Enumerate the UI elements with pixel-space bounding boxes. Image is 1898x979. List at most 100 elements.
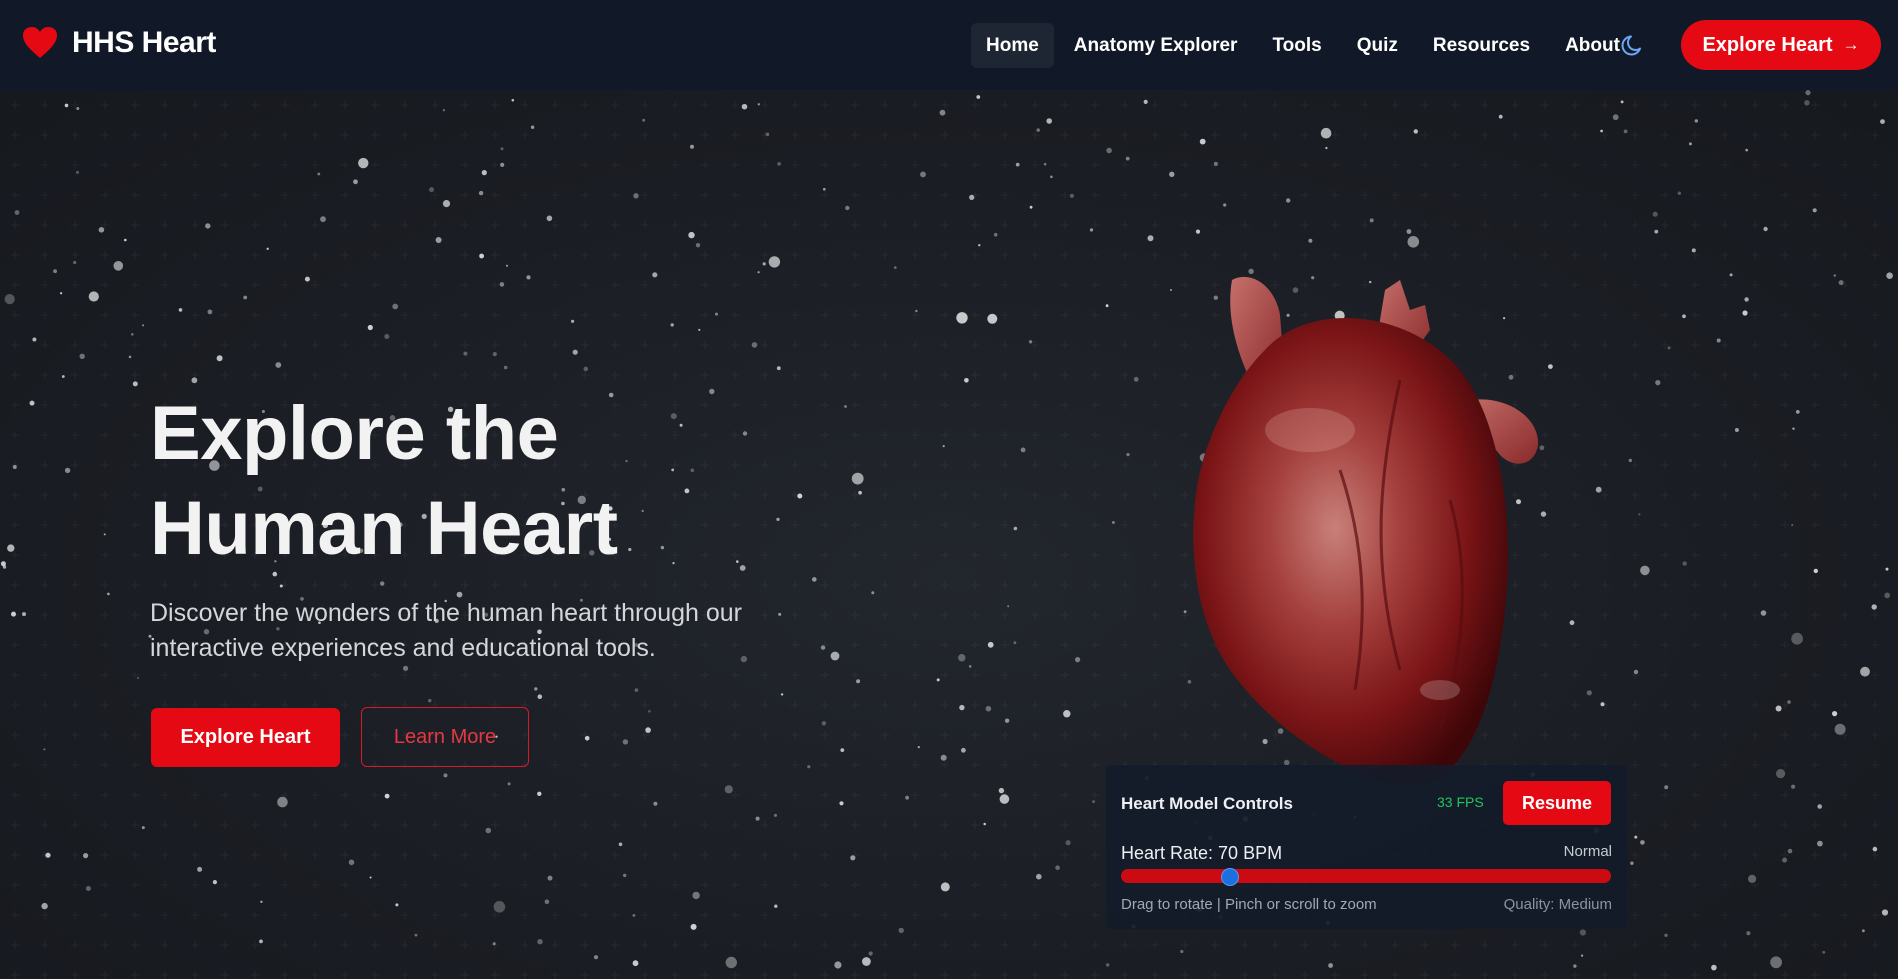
brand-logo[interactable]: HHS Heart [22,26,216,60]
particle [1746,931,1751,936]
learn-more-button[interactable]: Learn More [361,707,529,767]
nav-link-home[interactable]: Home [971,23,1054,68]
slider-track[interactable] [1121,869,1611,883]
particle [14,210,20,215]
resume-button[interactable]: Resume [1503,781,1611,825]
particle [623,873,627,878]
particle [1838,280,1844,286]
particle [850,855,856,861]
particle [544,899,550,905]
particle [905,795,909,800]
particle [652,272,658,278]
nav-link-quiz[interactable]: Quiz [1342,23,1413,68]
moon-icon[interactable] [1620,32,1646,58]
heart-3d-model[interactable] [1170,270,1570,790]
fps-counter: 33 FPS [1437,794,1484,810]
particle [839,801,844,806]
nav-link-resources[interactable]: Resources [1418,23,1545,68]
particle [634,688,639,692]
heart-rate-slider[interactable] [1121,868,1611,886]
particle [131,333,134,336]
particle [1787,700,1791,704]
particle [380,581,385,586]
particle [4,294,15,305]
particle [690,923,697,930]
particle [1640,840,1645,845]
particle [511,98,515,102]
particle [124,238,127,242]
nav-link-anatomy-explorer[interactable]: Anatomy Explorer [1059,23,1253,68]
particle [64,103,69,108]
arrow-right-icon: → [1842,35,1860,54]
particle [1871,604,1877,610]
particle [1748,874,1757,884]
particle [1065,840,1071,846]
particle [993,232,998,237]
particle [384,334,390,339]
particle [1413,129,1419,134]
explore-heart-button[interactable]: Explore Heart [151,708,340,767]
particle [688,231,695,239]
particle [1813,568,1819,574]
particle [715,312,718,316]
particle [774,904,778,908]
particle [1106,963,1110,967]
particle [61,375,65,378]
particle [1682,561,1687,566]
particle [79,353,85,359]
hero-section: Explore the Human Heart Discover the won… [0,90,1898,979]
particle [632,914,636,917]
particle [98,227,105,233]
particle [1407,236,1420,248]
particle [1612,114,1619,121]
particle [964,378,969,383]
particle [1126,453,1130,457]
particle [1320,127,1332,139]
particle [1069,193,1074,198]
particle [1573,964,1577,968]
particle [1664,785,1669,790]
particle [1885,567,1889,571]
particle [1063,710,1071,718]
particle [60,292,63,295]
particle [812,577,817,582]
particle [492,942,496,946]
particle [940,882,950,892]
particle [1640,565,1650,576]
particle [1729,273,1733,277]
slider-thumb[interactable] [1221,868,1239,886]
particle [840,748,845,752]
particle [1667,346,1671,350]
particle [1832,711,1838,717]
particle [107,592,110,596]
particle [493,901,506,913]
particle [1143,99,1148,104]
particle [32,337,37,342]
particle [12,465,17,469]
nav-link-tools[interactable]: Tools [1257,23,1336,68]
particle [834,961,842,969]
brand-name: HHS Heart [72,26,216,59]
particle [915,309,918,313]
particle [443,773,448,778]
particle [780,693,784,696]
particle [1105,304,1109,308]
particle [537,939,543,945]
particle [207,309,213,315]
nav-explore-heart-button[interactable]: Explore Heart → [1681,20,1881,70]
particle [1013,641,1017,645]
particle [1760,610,1767,616]
particle [279,584,283,588]
particle [478,190,484,196]
particle [463,351,468,356]
particle [1834,723,1846,735]
particle [1112,521,1115,524]
particle [618,842,623,847]
particle [506,264,508,267]
particle [1884,592,1891,599]
particle [537,791,542,796]
particle [384,793,390,799]
particle [414,933,418,937]
particle [142,324,145,327]
particle [1691,248,1696,253]
